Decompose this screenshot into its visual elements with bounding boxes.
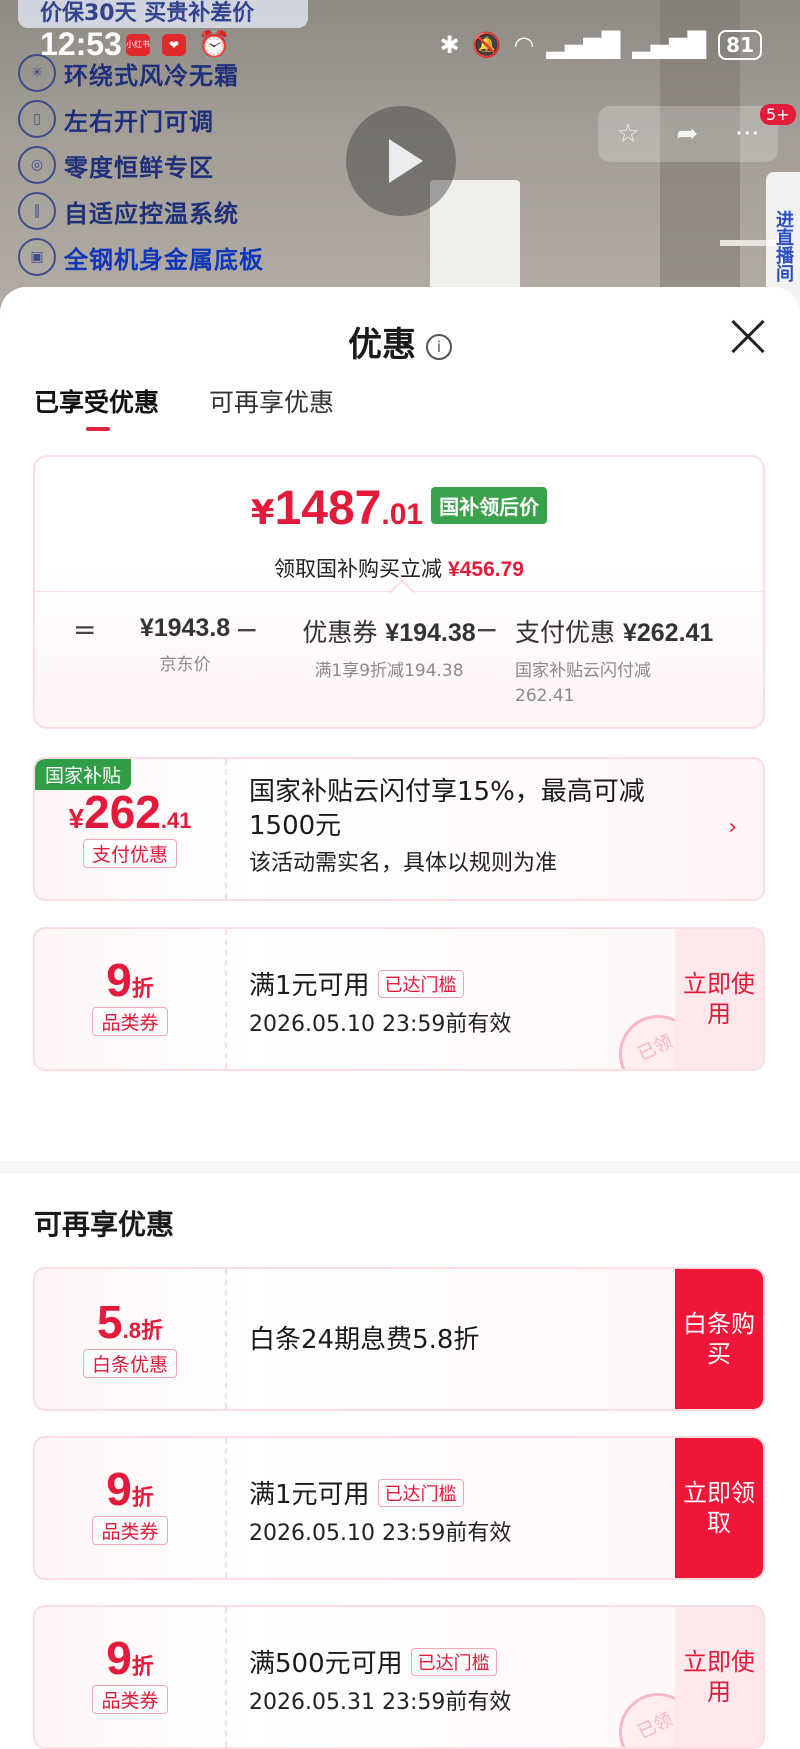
price-summary-card: ¥1487.01 国补领后价 领取国补购买立减 ¥456.79 = ¥1943.8 … bbox=[33, 455, 765, 729]
wifi-icon: ◠ bbox=[513, 31, 535, 59]
minus-sign: − bbox=[475, 613, 499, 646]
info-icon[interactable]: i bbox=[426, 333, 452, 360]
discount-type-tag: 白条优惠 bbox=[82, 1349, 177, 1378]
use-now-button[interactable]: 立即使用 bbox=[675, 929, 763, 1069]
baitiao-buy-button[interactable]: 白条购买 bbox=[675, 1269, 763, 1409]
card-value-panel: 9折 品类券 bbox=[35, 1607, 227, 1747]
favorite-star-icon[interactable]: ☆ bbox=[616, 119, 639, 149]
coupon-type-tag: 品类券 bbox=[92, 1007, 168, 1036]
final-price: ¥1487.01 国补领后价 bbox=[35, 481, 763, 536]
section-separator bbox=[0, 1161, 800, 1173]
steel-body-icon: ▣ bbox=[18, 238, 56, 276]
discount-amount: 9折 bbox=[106, 954, 154, 1006]
top-action-bar: ☆ ➦ ··· bbox=[598, 106, 778, 162]
threshold-met-chip: 已达门槛 bbox=[377, 970, 464, 998]
use-now-button[interactable]: 立即使用 bbox=[675, 1607, 763, 1747]
card-description: 国家补贴云闪付享15%，最高可减1500元 该活动需实名，具体以规则为准 bbox=[249, 777, 645, 876]
pointer-notch bbox=[389, 579, 415, 605]
status-bar: 12:53 小红书 ❤ ⏰ ✱ 🔕 ◠ ▂▄▆█ ▂▄▆█ 81 bbox=[0, 0, 800, 90]
category-coupon-card: 9折 品类券 满500元可用 已达门槛 2026.05.31 23:59前有效 已… bbox=[33, 1605, 765, 1749]
card-description: 满500元可用 已达门槛 2026.05.31 23:59前有效 bbox=[249, 1648, 512, 1715]
price-breakdown: = ¥1943.8 京东价 − 优惠券 ¥194.38 满1享9折减194.38… bbox=[35, 613, 763, 713]
savings-line: 领取国补购买立减 ¥456.79 bbox=[274, 557, 524, 581]
card-description: 白条24期息费5.8折 bbox=[249, 1325, 480, 1355]
thermostat-icon: ∥ bbox=[18, 192, 56, 230]
xiaohongshu-app-icon: 小红书 bbox=[126, 34, 150, 56]
card-value-panel: 9折 品类券 bbox=[35, 929, 227, 1069]
discount-type-tag: 支付优惠 bbox=[82, 839, 177, 868]
discount-amount: 9折 bbox=[106, 1463, 154, 1515]
tab-enjoyed-discounts[interactable]: 已享受优惠 bbox=[34, 383, 159, 431]
threshold-met-chip: 已达门槛 bbox=[377, 1479, 464, 1507]
feature-item: ◎ 零度恒鲜专区 bbox=[18, 142, 313, 188]
heart-app-icon: ❤ bbox=[162, 34, 186, 56]
equals-sign: = bbox=[73, 613, 97, 646]
sheet-title: 优惠 i bbox=[0, 317, 800, 366]
subsidy-payment-card[interactable]: 国家补贴 ¥262.41 支付优惠 国家补贴云闪付享15%，最高可减1500元 … bbox=[33, 757, 765, 901]
subsidy-price-tag: 国补领后价 bbox=[431, 487, 548, 524]
card-value-panel: 5.8折 白条优惠 bbox=[35, 1269, 227, 1409]
alarm-icon: ⏰ bbox=[198, 30, 231, 60]
notification-badge: 5+ bbox=[760, 104, 796, 125]
discount-amount: 9折 bbox=[106, 1632, 154, 1684]
card-value-panel: 国家补贴 ¥262.41 支付优惠 bbox=[35, 759, 227, 899]
status-icons: ✱ 🔕 ◠ ▂▄▆█ ▂▄▆█ 81 bbox=[440, 30, 762, 60]
fresh-zone-icon: ◎ bbox=[18, 146, 56, 184]
card-value-panel: 9折 品类券 bbox=[35, 1438, 227, 1578]
play-button[interactable] bbox=[346, 106, 456, 216]
status-time: 12:53 bbox=[40, 26, 122, 62]
category-coupon-card: 9折 品类券 满1元可用 已达门槛 2026.05.10 23:59前有效 已领 … bbox=[33, 927, 765, 1071]
breakdown-payment: 支付优惠 ¥262.41 国家补贴云闪付减 262.41 bbox=[515, 618, 714, 706]
signal-icon: ▂▄▆█ bbox=[546, 31, 621, 59]
category-coupon-card: 9折 品类券 满1元可用 已达门槛 2026.05.10 23:59前有效 立即领… bbox=[33, 1436, 765, 1580]
share-icon[interactable]: ➦ bbox=[676, 119, 698, 149]
signal-icon: ▂▄▆█ bbox=[632, 31, 707, 59]
baitiao-discount-card: 5.8折 白条优惠 白条24期息费5.8折 白条购买 bbox=[33, 1267, 765, 1411]
national-subsidy-badge: 国家补贴 bbox=[35, 759, 132, 790]
claim-now-button[interactable]: 立即领取 bbox=[675, 1438, 763, 1578]
tab-more-discounts[interactable]: 可再享优惠 bbox=[209, 383, 334, 419]
close-icon[interactable] bbox=[728, 317, 768, 357]
feature-item: ∥ 自适应控温系统 bbox=[18, 188, 313, 234]
discount-amount: ¥262.41 bbox=[68, 786, 192, 838]
breakdown-coupon: 优惠券 ¥194.38 满1享9折减194.38 bbox=[302, 618, 476, 681]
play-icon bbox=[389, 139, 423, 183]
chevron-right-icon[interactable]: › bbox=[728, 815, 737, 840]
bluetooth-icon: ✱ bbox=[439, 31, 460, 59]
tab-bar: 已享受优惠 可再享优惠 bbox=[34, 383, 334, 431]
threshold-met-chip: 已达门槛 bbox=[410, 1648, 497, 1676]
door-icon: ▯ bbox=[18, 100, 56, 138]
more-discounts-title: 可再享优惠 bbox=[34, 1208, 175, 1241]
minus-sign: − bbox=[235, 613, 259, 646]
coupon-type-tag: 品类券 bbox=[92, 1685, 168, 1714]
coupon-type-tag: 品类券 bbox=[92, 1516, 168, 1545]
discount-amount: 5.8折 bbox=[97, 1296, 163, 1348]
battery-icon: 81 bbox=[718, 30, 762, 60]
more-icon[interactable]: ··· bbox=[735, 119, 760, 149]
feature-item: ▣ 全钢机身金属底板 bbox=[18, 234, 313, 280]
feature-item: ▯ 左右开门可调 bbox=[18, 96, 313, 142]
card-description: 满1元可用 已达门槛 2026.05.10 23:59前有效 bbox=[249, 1479, 512, 1546]
mute-bell-icon: 🔕 bbox=[471, 31, 502, 59]
card-description: 满1元可用 已达门槛 2026.05.10 23:59前有效 bbox=[249, 970, 512, 1037]
